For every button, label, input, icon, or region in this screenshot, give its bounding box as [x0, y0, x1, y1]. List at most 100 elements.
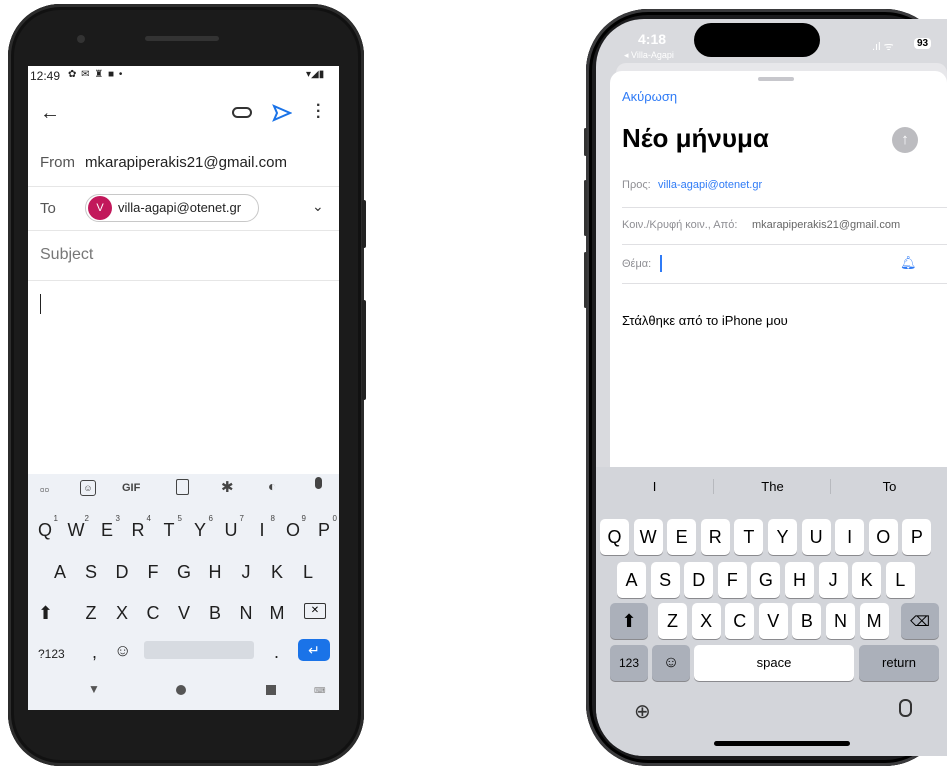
numbers-key[interactable]: 123: [610, 645, 648, 681]
key-e[interactable]: E3: [92, 514, 122, 541]
grid-icon[interactable]: ▫▫: [40, 482, 49, 497]
key-d[interactable]: D: [684, 562, 714, 598]
nav-back-icon[interactable]: ▼: [88, 682, 100, 696]
sheet-grabber[interactable]: [758, 77, 794, 81]
from-row[interactable]: From mkarapiperakis21@gmail.com: [28, 142, 339, 187]
key-v[interactable]: V: [169, 603, 199, 624]
key-w[interactable]: W2: [61, 514, 91, 541]
suggestion-1[interactable]: The: [713, 479, 831, 494]
key-x[interactable]: X: [691, 603, 721, 639]
key-t[interactable]: T: [734, 519, 764, 555]
globe-icon[interactable]: ⊕: [634, 699, 651, 724]
nav-home-icon[interactable]: [176, 685, 186, 695]
backspace-icon[interactable]: ✕: [304, 603, 326, 619]
recipient-chip[interactable]: V villa-agapi@otenet.gr: [85, 194, 259, 222]
key-y[interactable]: Y: [768, 519, 797, 555]
gif-button[interactable]: GIF: [122, 482, 140, 494]
space-key[interactable]: [144, 641, 254, 659]
sticker-icon[interactable]: ☺: [80, 480, 96, 496]
suggestion-2[interactable]: To: [830, 479, 947, 494]
key-s[interactable]: S: [650, 562, 680, 598]
key-z[interactable]: Z: [658, 603, 687, 639]
key-d[interactable]: D: [107, 562, 137, 583]
key-t[interactable]: T5: [154, 514, 184, 541]
mic-icon[interactable]: [899, 699, 912, 717]
bell-icon[interactable]: 🔔︎: [900, 255, 917, 271]
key-n[interactable]: N: [826, 603, 855, 639]
shift-icon[interactable]: ⬆: [610, 603, 648, 639]
gear-icon[interactable]: ✱: [221, 478, 234, 496]
key-o[interactable]: O: [868, 519, 898, 555]
subject-row[interactable]: Subject: [28, 230, 339, 281]
key-z[interactable]: Z: [76, 603, 106, 624]
key-h[interactable]: H: [200, 562, 230, 583]
key-u[interactable]: U: [801, 519, 831, 555]
key-c[interactable]: C: [725, 603, 755, 639]
ios-back-to-app[interactable]: ◂ Villa-Agapi: [624, 50, 674, 61]
arrow-left-icon[interactable]: ←: [40, 102, 60, 125]
backspace-icon[interactable]: ⌫: [901, 603, 939, 639]
key-q[interactable]: Q: [600, 519, 629, 555]
key-q[interactable]: Q1: [30, 514, 60, 541]
nav-recents-icon[interactable]: [266, 685, 276, 695]
key-j[interactable]: J: [231, 562, 261, 583]
suggestion-0[interactable]: I: [596, 479, 713, 494]
key-l[interactable]: L: [293, 562, 323, 583]
return-key[interactable]: return: [859, 645, 939, 681]
key-w[interactable]: W: [633, 519, 663, 555]
comma-key[interactable]: ,: [92, 642, 97, 663]
key-e[interactable]: E: [667, 519, 697, 555]
chevron-down-icon[interactable]: ⌄: [312, 198, 324, 215]
more-vert-icon[interactable]: · · ·: [316, 98, 321, 126]
key-b[interactable]: B: [792, 603, 822, 639]
key-k[interactable]: K: [852, 562, 882, 598]
key-a[interactable]: A: [617, 562, 646, 598]
send-icon[interactable]: [272, 104, 292, 122]
key-x[interactable]: X: [107, 603, 137, 624]
period-key[interactable]: .: [274, 642, 279, 663]
key-r[interactable]: R: [700, 519, 730, 555]
key-n[interactable]: N: [231, 603, 261, 624]
shift-icon[interactable]: ⬆: [38, 603, 53, 624]
space-key[interactable]: space: [694, 645, 854, 681]
key-h[interactable]: H: [785, 562, 814, 598]
key-a[interactable]: A: [45, 562, 75, 583]
enter-key[interactable]: ↵: [298, 639, 330, 661]
key-o[interactable]: O9: [278, 514, 308, 541]
to-row[interactable]: To V villa-agapi@otenet.gr ⌄: [28, 186, 339, 231]
key-v[interactable]: V: [758, 603, 788, 639]
clipboard-icon[interactable]: [176, 479, 189, 495]
send-icon[interactable]: ↑: [892, 127, 918, 153]
emoji-icon[interactable]: ☺: [114, 641, 131, 661]
key-s[interactable]: S: [76, 562, 106, 583]
key-f[interactable]: F: [717, 562, 747, 598]
key-p[interactable]: P: [902, 519, 932, 555]
key-m[interactable]: M: [859, 603, 889, 639]
cc-from-row[interactable]: Κοιν./Κρυφή κοιν., Από: mkarapiperakis21…: [622, 208, 947, 245]
to-row[interactable]: Προς: villa-agapi@otenet.gr: [622, 171, 947, 208]
key-g[interactable]: G: [751, 562, 781, 598]
paperclip-icon[interactable]: [232, 107, 252, 118]
key-c[interactable]: C: [138, 603, 168, 624]
key-u[interactable]: U7: [216, 514, 246, 541]
signature-text[interactable]: Στάλθηκε από το iPhone μου: [622, 313, 788, 328]
body-area[interactable]: [28, 280, 339, 474]
key-k[interactable]: K: [262, 562, 292, 583]
key-i[interactable]: I: [835, 519, 865, 555]
key-j[interactable]: J: [818, 562, 848, 598]
key-p[interactable]: P0: [309, 514, 339, 541]
emoji-icon[interactable]: ☺: [652, 645, 690, 681]
key-g[interactable]: G: [169, 562, 199, 583]
cancel-button[interactable]: Ακύρωση: [622, 89, 677, 104]
key-b[interactable]: B: [200, 603, 230, 624]
key-m[interactable]: M: [262, 603, 292, 624]
key-r[interactable]: R4: [123, 514, 153, 541]
palette-icon[interactable]: ◐: [268, 478, 276, 494]
subject-row[interactable]: Θέμα: 🔔︎: [622, 245, 947, 284]
key-l[interactable]: L: [885, 562, 915, 598]
symbols-key[interactable]: ?123: [38, 647, 65, 661]
key-y[interactable]: Y6: [185, 514, 215, 541]
keyboard-switch-icon[interactable]: ⌨: [314, 686, 326, 695]
key-i[interactable]: I8: [247, 514, 277, 541]
key-f[interactable]: F: [138, 562, 168, 583]
